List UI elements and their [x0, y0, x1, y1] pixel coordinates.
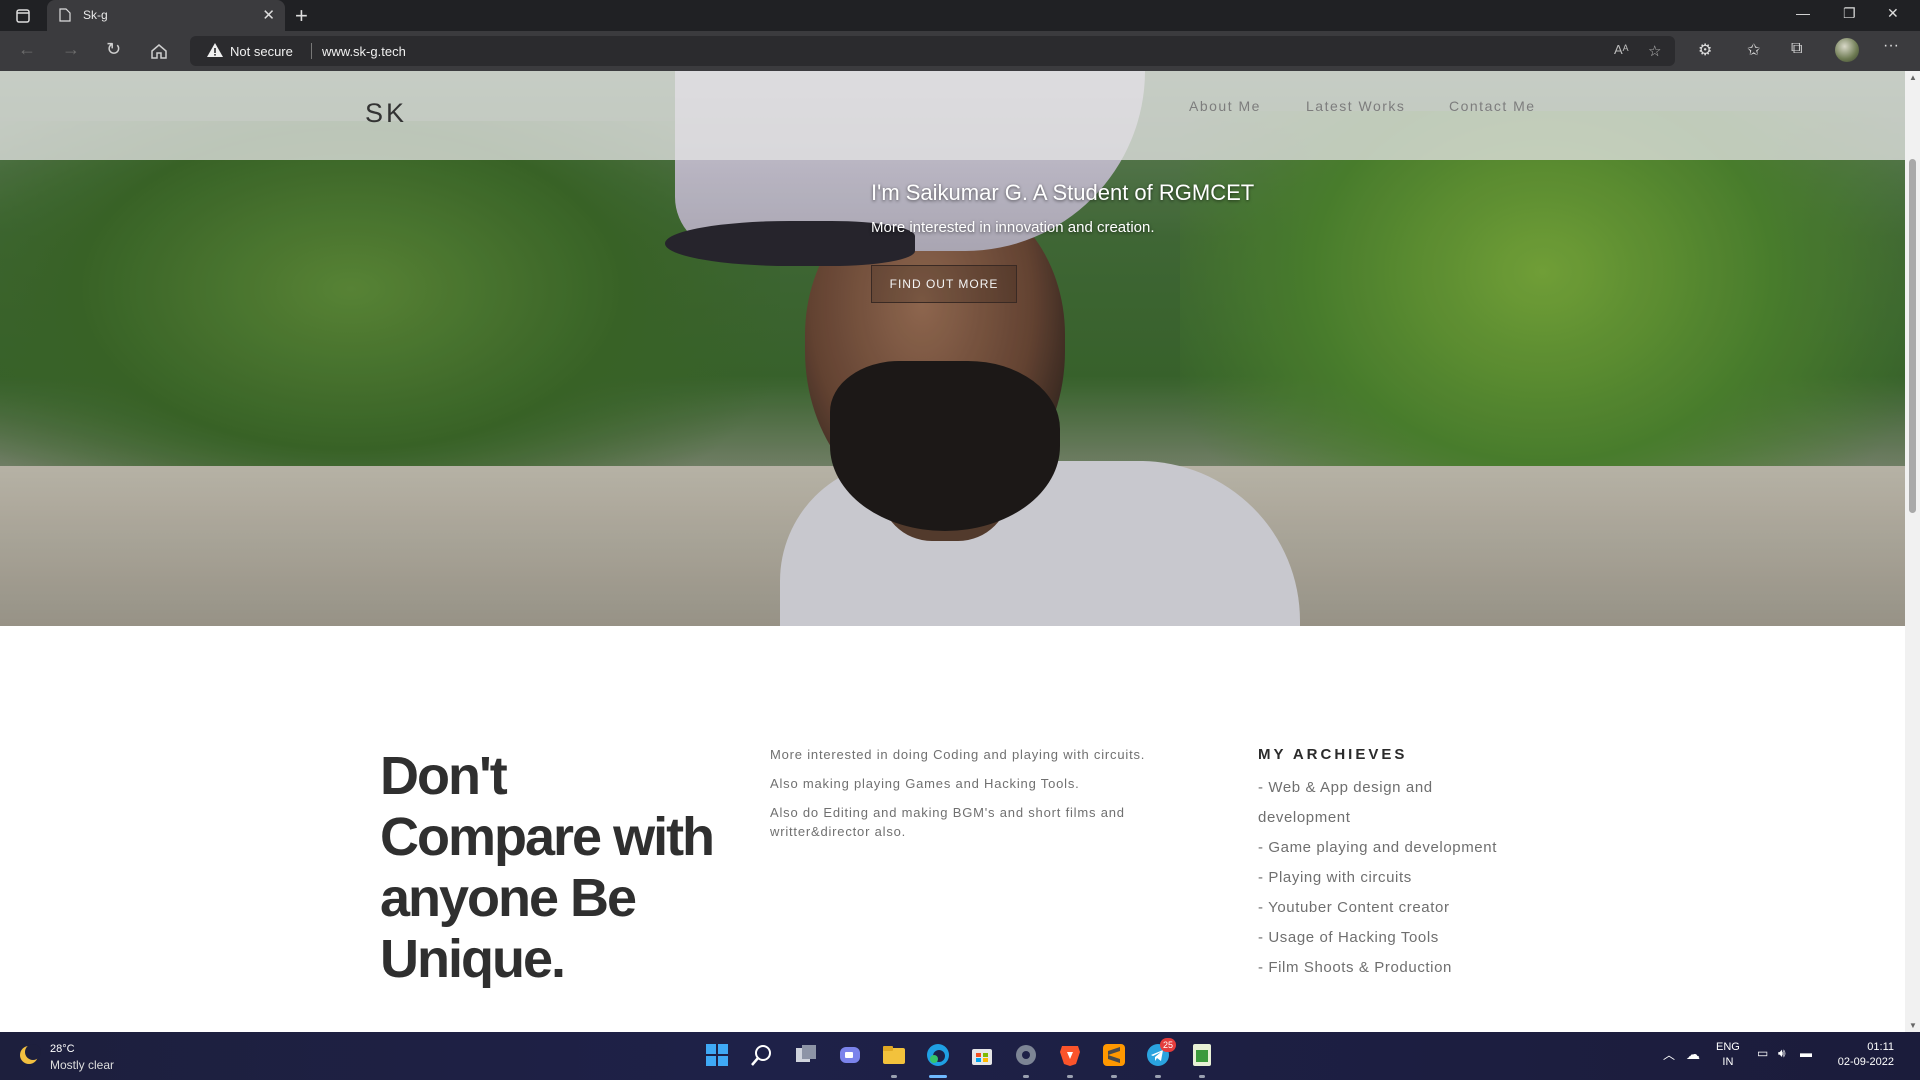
- security-label[interactable]: Not secure: [230, 44, 293, 59]
- back-arrow-icon[interactable]: ←: [18, 39, 36, 60]
- network-icon[interactable]: ▭: [1757, 1046, 1768, 1060]
- collections-icon[interactable]: ⧉: [1791, 40, 1802, 58]
- browser-tab-strip: Sk-g ✕ + — ❐ ✕: [0, 0, 1920, 31]
- search-icon[interactable]: [749, 1042, 775, 1068]
- about-line: Also making playing Games and Hacking To…: [770, 776, 1080, 791]
- page-icon: [59, 8, 71, 22]
- weather-temperature[interactable]: 28°C: [50, 1043, 75, 1055]
- profile-avatar[interactable]: [1835, 38, 1859, 62]
- running-indicator: [1067, 1075, 1073, 1078]
- archieves-item: - Game playing and development: [1258, 839, 1497, 856]
- archieves-item: - Web & App design and development: [1258, 779, 1433, 826]
- tab-actions-icon[interactable]: [12, 6, 34, 26]
- warning-icon: [207, 43, 223, 57]
- motto-line: Unique.: [380, 929, 566, 989]
- motto-heading: Don't Compare with anyone Be Unique.: [380, 746, 715, 990]
- running-indicator: [1111, 1075, 1117, 1078]
- browser-tab-active[interactable]: Sk-g ✕: [47, 0, 285, 31]
- tab-title: Sk-g: [83, 8, 108, 22]
- task-view-icon[interactable]: [793, 1042, 819, 1068]
- running-indicator: [1155, 1075, 1161, 1078]
- clock-time: 01:11: [1867, 1041, 1894, 1053]
- nav-about-me[interactable]: About Me: [1189, 98, 1261, 114]
- nav-latest-works[interactable]: Latest Works: [1306, 98, 1405, 114]
- teams-chat-icon[interactable]: [837, 1042, 863, 1068]
- spreadsheet-app-icon[interactable]: [1189, 1042, 1215, 1068]
- url-text[interactable]: www.sk-g.tech: [322, 44, 406, 59]
- region-code: IN: [1722, 1056, 1734, 1068]
- system-clock[interactable]: 01:11 02-09-2022: [1836, 1040, 1894, 1070]
- archieves-item: - Film Shoots & Production: [1258, 959, 1453, 976]
- scroll-up-icon[interactable]: ▲: [1909, 73, 1917, 82]
- clock-date: 02-09-2022: [1837, 1056, 1894, 1068]
- motto-line: Don't: [380, 746, 508, 806]
- scrollbar-thumb[interactable]: [1909, 159, 1916, 513]
- about-line: Also do Editing and making BGM's and sho…: [770, 805, 1125, 839]
- window-close-button[interactable]: ✕: [1887, 5, 1899, 22]
- browser-toolbar: ← → ↻ Not secure www.sk-g.tech Aᴬ ☆ ⚙ ✩ …: [0, 31, 1920, 71]
- about-line: More interested in doing Coding and play…: [770, 747, 1146, 762]
- running-indicator: [891, 1075, 897, 1078]
- forward-arrow-icon[interactable]: →: [62, 39, 80, 60]
- scroll-down-icon[interactable]: ▼: [1909, 1021, 1917, 1030]
- minimize-button[interactable]: —: [1796, 5, 1810, 21]
- battery-icon[interactable]: ▬: [1800, 1046, 1812, 1060]
- file-explorer-icon[interactable]: [881, 1042, 907, 1068]
- archieves-item: - Playing with circuits: [1258, 869, 1412, 886]
- sublime-text-icon[interactable]: [1101, 1042, 1127, 1068]
- favorites-icon[interactable]: ✩: [1747, 40, 1760, 60]
- add-favorite-icon[interactable]: ☆: [1648, 42, 1661, 60]
- site-navbar: SK About Me Latest Works Contact Me: [0, 71, 1905, 160]
- home-icon[interactable]: [150, 42, 168, 60]
- address-bar[interactable]: Not secure www.sk-g.tech Aᴬ ☆: [190, 36, 1675, 66]
- settings-gear-icon[interactable]: [1013, 1042, 1039, 1068]
- hero-subtitle: More interested in innovation and creati…: [871, 219, 1155, 236]
- brave-browser-icon[interactable]: [1057, 1042, 1083, 1068]
- tab-close-icon[interactable]: ✕: [262, 6, 275, 24]
- archieves-heading: MY ARCHIEVES: [1258, 746, 1408, 763]
- motto-line: Compare with: [380, 807, 715, 867]
- onedrive-cloud-icon[interactable]: ☁: [1686, 1046, 1700, 1063]
- page-scrollbar[interactable]: ▲ ▼: [1905, 71, 1920, 1032]
- weather-description[interactable]: Mostly clear: [50, 1058, 114, 1072]
- taskbar: 28°C Mostly clear 25 ︿ ☁ ENG IN ▭ 🔊︎ ▬ 0…: [0, 1032, 1920, 1080]
- store-icon[interactable]: [969, 1042, 995, 1068]
- settings-menu-icon[interactable]: ···: [1883, 37, 1899, 55]
- active-app-indicator: [929, 1075, 947, 1078]
- show-hidden-icons-chevron-icon[interactable]: ︿: [1663, 1046, 1675, 1063]
- hero-banner: SK About Me Latest Works Contact Me I'm …: [0, 71, 1905, 626]
- find-out-more-button[interactable]: FIND OUT MORE: [871, 265, 1017, 303]
- extensions-icon[interactable]: ⚙: [1698, 40, 1712, 60]
- read-aloud-icon[interactable]: Aᴬ: [1614, 42, 1629, 57]
- page-viewport: SK About Me Latest Works Contact Me I'm …: [0, 71, 1905, 1032]
- volume-icon[interactable]: 🔊︎: [1778, 1046, 1786, 1061]
- archieves-item: - Usage of Hacking Tools: [1258, 929, 1439, 946]
- new-tab-button[interactable]: +: [295, 3, 308, 29]
- nav-contact-me[interactable]: Contact Me: [1449, 98, 1536, 114]
- running-indicator: [1199, 1075, 1205, 1078]
- start-windows-icon[interactable]: [704, 1042, 730, 1068]
- refresh-icon[interactable]: ↻: [106, 39, 121, 60]
- edge-browser-icon[interactable]: [925, 1042, 951, 1068]
- hero-title: I'm Saikumar G. A Student of RGMCET: [871, 180, 1255, 205]
- site-logo[interactable]: SK: [365, 98, 407, 129]
- restore-button[interactable]: ❐: [1843, 5, 1856, 22]
- omnibox-divider: [311, 43, 312, 59]
- running-indicator: [1023, 1075, 1029, 1078]
- language-indicator[interactable]: ENG IN: [1716, 1040, 1740, 1070]
- motto-line: anyone Be: [380, 868, 637, 928]
- archieves-item: - Youtuber Content creator: [1258, 899, 1450, 916]
- telegram-badge: 25: [1160, 1038, 1176, 1052]
- moon-weather-icon[interactable]: [17, 1043, 41, 1067]
- language-code: ENG: [1716, 1041, 1740, 1053]
